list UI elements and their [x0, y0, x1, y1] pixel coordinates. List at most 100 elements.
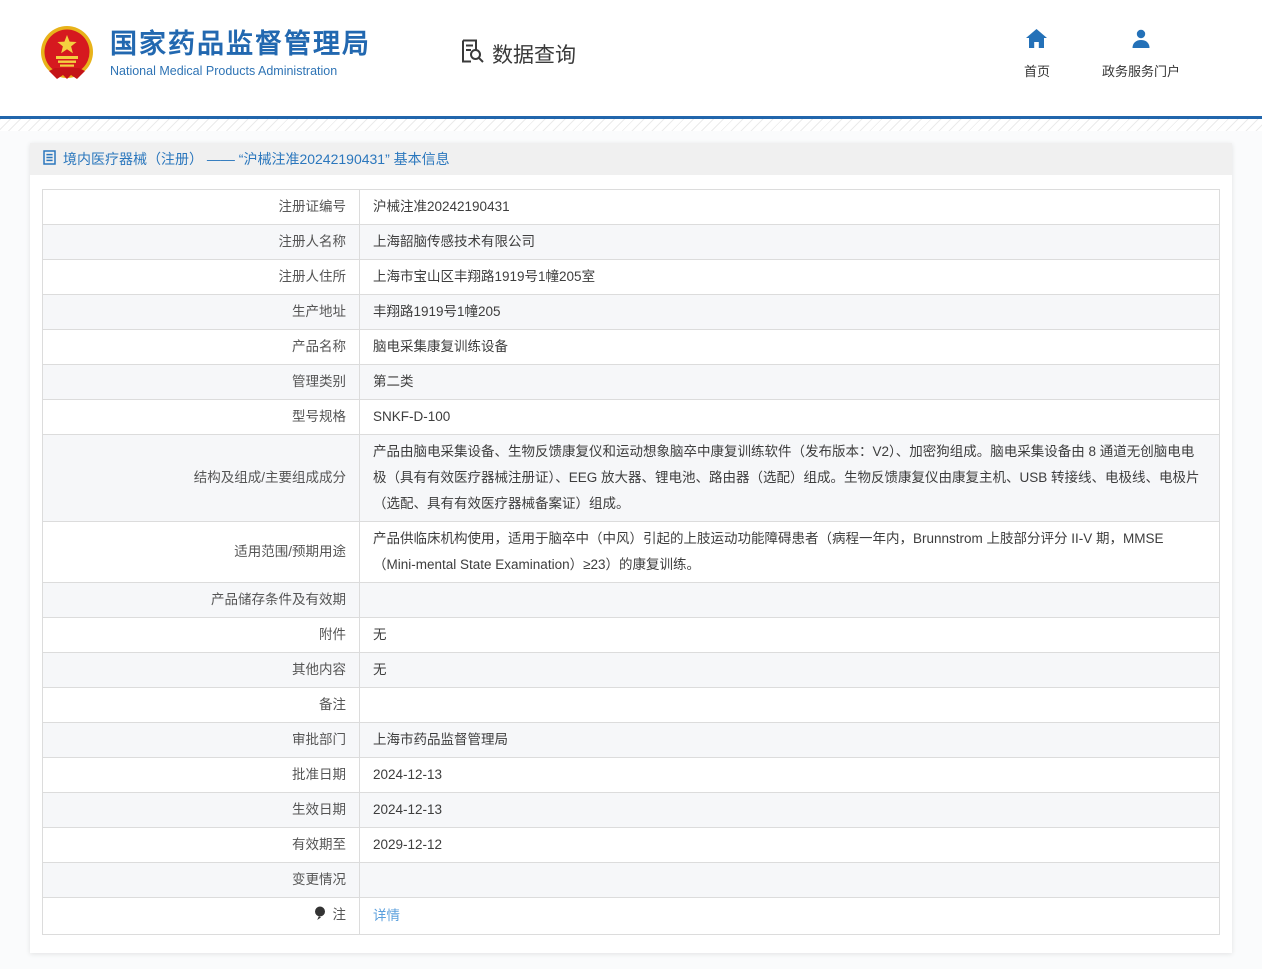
row-label: 注册人名称 [279, 234, 347, 249]
row-label-cell: 其他内容 [43, 653, 360, 688]
hatch-band [0, 119, 1262, 131]
data-query-label: 数据查询 [492, 39, 576, 69]
row-value: 2024-12-13 [373, 802, 442, 817]
row-label-cell: 附件 [43, 618, 360, 653]
row-value: 上海市药品监督管理局 [373, 732, 508, 747]
table-row: 生产地址 丰翔路1919号1幢205 [43, 295, 1220, 330]
row-label: 备注 [319, 697, 346, 712]
row-label: 审批部门 [292, 732, 346, 747]
home-icon [1026, 29, 1047, 53]
row-label-cell: 生产地址 [43, 295, 360, 330]
row-label-cell: 备注 [43, 688, 360, 723]
page-title: 境内医疗器械（注册） —— “沪械注准20242190431” 基本信息 [63, 149, 450, 169]
brand-home-link[interactable]: 国家药品监督管理局 National Medical Products Admi… [36, 23, 371, 85]
row-label: 注册证编号 [279, 199, 347, 214]
table-row: 注 详情 [43, 898, 1220, 935]
row-value-cell: 2024-12-13 [360, 758, 1220, 793]
row-value: 产品由脑电采集设备、生物反馈康复仪和运动想象脑卒中康复训练软件（发布版本：V2）… [373, 444, 1200, 511]
row-label-cell: 注册证编号 [43, 190, 360, 225]
nav-label-portal: 政务服务门户 [1102, 61, 1180, 80]
row-label-cell: 产品名称 [43, 330, 360, 365]
row-value-cell: 2024-12-13 [360, 793, 1220, 828]
row-value-cell: 2029-12-12 [360, 828, 1220, 863]
row-label-cell: 有效期至 [43, 828, 360, 863]
row-label-cell: 产品储存条件及有效期 [43, 583, 360, 618]
details-link[interactable]: 详情 [373, 908, 400, 923]
table-row: 注册人住所 上海市宝山区丰翔路1919号1幢205室 [43, 260, 1220, 295]
row-label-cell: 注 [43, 898, 360, 935]
row-label: 注 [333, 907, 347, 922]
row-value: 第二类 [373, 374, 414, 389]
row-value-cell [360, 583, 1220, 618]
balloon-icon [314, 904, 326, 930]
detail-card: 境内医疗器械（注册） —— “沪械注准20242190431” 基本信息 注册证… [30, 143, 1232, 953]
row-value: 沪械注准20242190431 [373, 199, 510, 214]
nav-item-home[interactable]: 首页 [1014, 29, 1060, 80]
row-label: 管理类别 [292, 374, 346, 389]
row-label-cell: 变更情况 [43, 863, 360, 898]
row-label: 附件 [319, 627, 346, 642]
row-value-cell: 上海市药品监督管理局 [360, 723, 1220, 758]
table-row: 其他内容 无 [43, 653, 1220, 688]
row-label-cell: 生效日期 [43, 793, 360, 828]
table-row: 产品储存条件及有效期 [43, 583, 1220, 618]
data-query-link[interactable]: 数据查询 [459, 38, 576, 70]
row-value: SNKF-D-100 [373, 409, 450, 424]
nav-item-portal[interactable]: 政务服务门户 [1102, 29, 1180, 80]
row-value-cell [360, 688, 1220, 723]
row-label-cell: 管理类别 [43, 365, 360, 400]
row-value-cell: 产品供临床机构使用，适用于脑卒中（中风）引起的上肢运动功能障碍患者（病程一年内，… [360, 522, 1220, 583]
row-label: 其他内容 [292, 662, 346, 677]
row-label: 变更情况 [292, 872, 346, 887]
site-header: 国家药品监督管理局 National Medical Products Admi… [0, 0, 1262, 116]
national-emblem-icon [36, 23, 98, 85]
row-value-cell: 无 [360, 618, 1220, 653]
row-label: 生效日期 [292, 802, 346, 817]
row-value: 2024-12-13 [373, 767, 442, 782]
row-value-cell: 详情 [360, 898, 1220, 935]
row-label: 批准日期 [292, 767, 346, 782]
table-row: 审批部门 上海市药品监督管理局 [43, 723, 1220, 758]
table-row: 有效期至 2029-12-12 [43, 828, 1220, 863]
row-label-cell: 结构及组成/主要组成成分 [43, 435, 360, 522]
row-value: 2029-12-12 [373, 837, 442, 852]
row-label: 生产地址 [292, 304, 346, 319]
row-value-cell: 上海韶脑传感技术有限公司 [360, 225, 1220, 260]
row-value-cell [360, 863, 1220, 898]
row-label-cell: 注册人住所 [43, 260, 360, 295]
table-row: 型号规格 SNKF-D-100 [43, 400, 1220, 435]
table-row: 生效日期 2024-12-13 [43, 793, 1220, 828]
row-value-cell: 产品由脑电采集设备、生物反馈康复仪和运动想象脑卒中康复训练软件（发布版本：V2）… [360, 435, 1220, 522]
registration-info-table: 注册证编号 沪械注准20242190431 注册人名称 上海韶脑传感技术有限公司… [42, 189, 1220, 935]
row-label-cell: 批准日期 [43, 758, 360, 793]
row-label: 产品储存条件及有效期 [211, 592, 346, 607]
row-value-cell: 丰翔路1919号1幢205 [360, 295, 1220, 330]
table-row: 备注 [43, 688, 1220, 723]
row-value-cell: 脑电采集康复训练设备 [360, 330, 1220, 365]
row-label: 型号规格 [292, 409, 346, 424]
table-row: 变更情况 [43, 863, 1220, 898]
row-label-cell: 型号规格 [43, 400, 360, 435]
row-label-cell: 适用范围/预期用途 [43, 522, 360, 583]
table-row: 批准日期 2024-12-13 [43, 758, 1220, 793]
table-row: 结构及组成/主要组成成分 产品由脑电采集设备、生物反馈康复仪和运动想象脑卒中康复… [43, 435, 1220, 522]
page-title-bar: 境内医疗器械（注册） —— “沪械注准20242190431” 基本信息 [30, 143, 1232, 175]
top-nav: 首页 政务服务门户 [1014, 29, 1232, 80]
row-label: 适用范围/预期用途 [234, 544, 346, 559]
row-value: 无 [373, 662, 387, 677]
row-label: 结构及组成/主要组成成分 [194, 470, 346, 485]
table-row: 附件 无 [43, 618, 1220, 653]
row-value: 上海市宝山区丰翔路1919号1幢205室 [373, 269, 595, 284]
row-label: 有效期至 [292, 837, 346, 852]
table-row: 注册证编号 沪械注准20242190431 [43, 190, 1220, 225]
user-icon [1131, 29, 1151, 53]
agency-name-en: National Medical Products Administration [110, 64, 371, 78]
nav-label-home: 首页 [1024, 61, 1050, 80]
row-value: 上海韶脑传感技术有限公司 [373, 234, 535, 249]
row-label: 注册人住所 [279, 269, 347, 284]
row-value-cell: 沪械注准20242190431 [360, 190, 1220, 225]
info-table-body: 注册证编号 沪械注准20242190431 注册人名称 上海韶脑传感技术有限公司… [43, 190, 1220, 935]
agency-name-cn: 国家药品监督管理局 [110, 30, 371, 60]
table-row: 管理类别 第二类 [43, 365, 1220, 400]
row-label: 产品名称 [292, 339, 346, 354]
